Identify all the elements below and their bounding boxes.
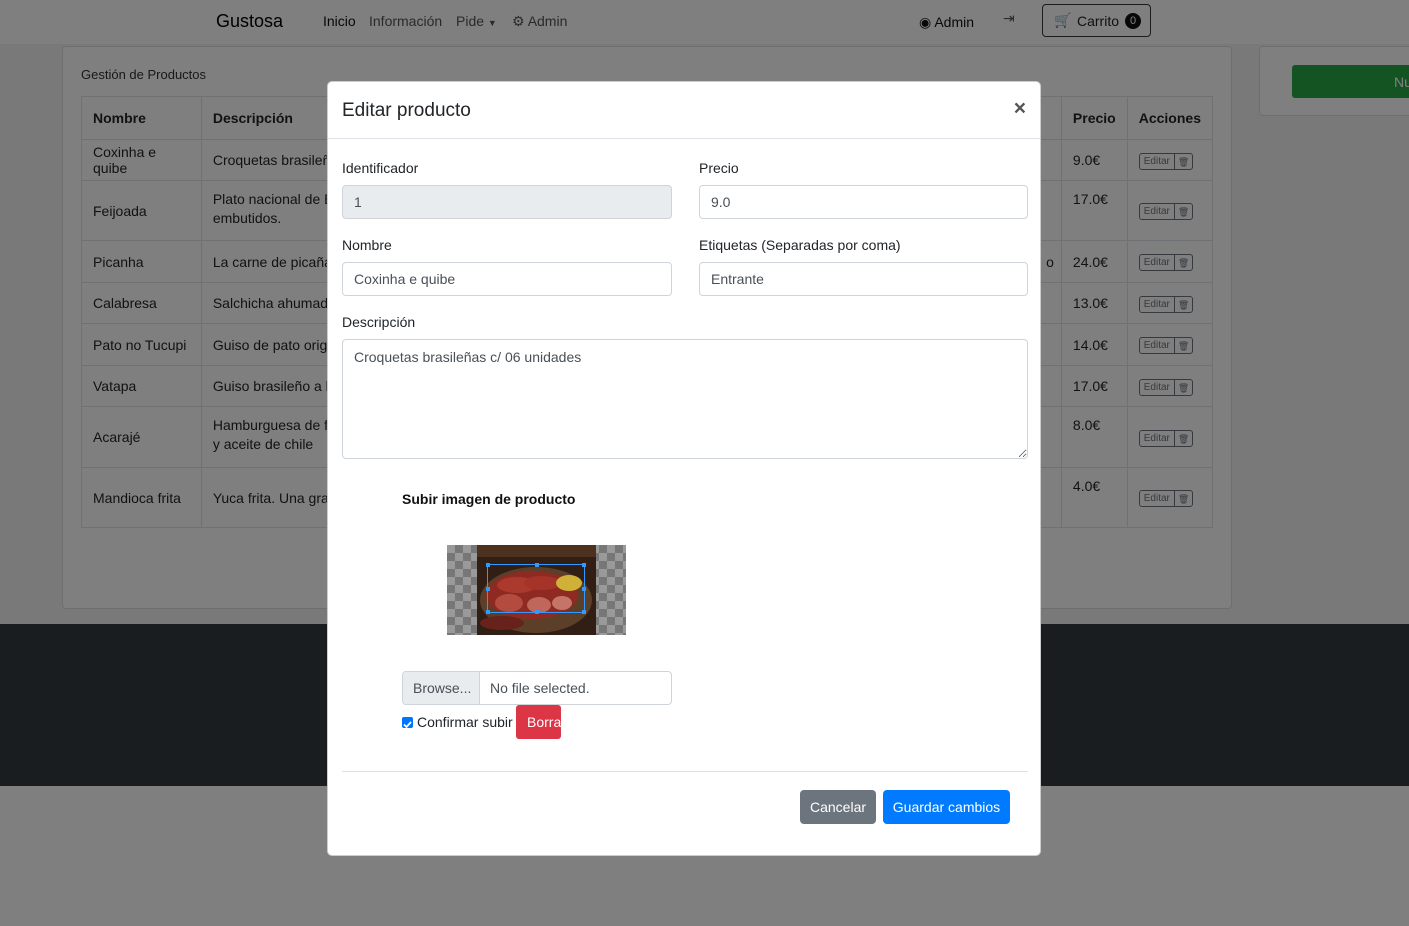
price-label: Precio: [699, 160, 739, 176]
delete-image-button[interactable]: Borrar: [516, 705, 561, 739]
id-field[interactable]: [342, 185, 672, 219]
crop-handle[interactable]: [486, 587, 490, 591]
crop-handle[interactable]: [582, 563, 586, 567]
file-name-label: No file selected.: [490, 680, 590, 696]
crop-handle[interactable]: [582, 587, 586, 591]
modal-footer-divider: [342, 771, 1028, 772]
crop-handle[interactable]: [486, 610, 490, 614]
crop-handle[interactable]: [582, 610, 586, 614]
confirm-upload-label[interactable]: Confirmar subir: [417, 714, 513, 730]
confirm-upload-checkbox[interactable]: [402, 717, 413, 729]
crop-handle[interactable]: [486, 563, 490, 567]
file-upload-input[interactable]: Browse... No file selected.: [402, 671, 672, 705]
crop-handle[interactable]: [535, 563, 539, 567]
name-field[interactable]: [342, 262, 672, 296]
edit-product-modal: Editar producto × Identificador Precio N…: [327, 81, 1041, 856]
browse-button[interactable]: Browse...: [403, 672, 480, 704]
close-icon[interactable]: ×: [1014, 98, 1026, 119]
modal-header: Editar producto ×: [328, 82, 1040, 139]
description-label: Descripción: [342, 314, 416, 330]
crop-handle[interactable]: [535, 610, 539, 614]
tags-field[interactable]: [699, 262, 1028, 296]
cancel-button[interactable]: Cancelar: [800, 790, 876, 824]
modal-title: Editar producto: [342, 100, 471, 121]
image-cropper[interactable]: [447, 545, 626, 635]
price-field[interactable]: [699, 185, 1028, 219]
save-changes-button[interactable]: Guardar cambios: [883, 790, 1010, 824]
upload-title: Subir imagen de producto: [402, 491, 576, 507]
check-icon: [403, 721, 412, 729]
description-field[interactable]: Croquetas brasileñas c/ 06 unidades: [342, 339, 1028, 459]
id-label: Identificador: [342, 160, 419, 176]
crop-selection[interactable]: [486, 563, 586, 614]
tags-label: Etiquetas (Separadas por coma): [699, 237, 901, 253]
name-label: Nombre: [342, 237, 392, 253]
